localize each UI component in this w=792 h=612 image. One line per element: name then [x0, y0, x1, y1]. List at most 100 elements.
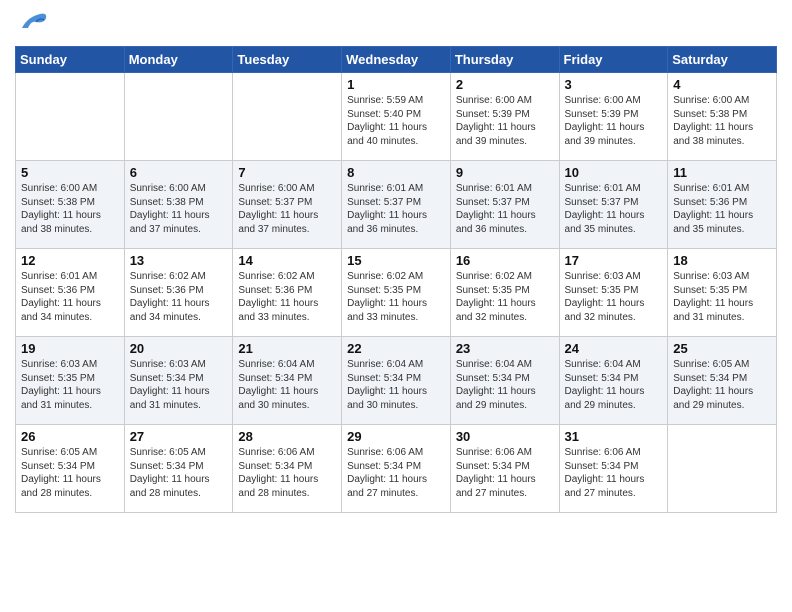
day-number: 12: [21, 253, 119, 268]
calendar-cell: 4Sunrise: 6:00 AM Sunset: 5:38 PM Daylig…: [668, 73, 777, 161]
day-number: 7: [238, 165, 336, 180]
weekday-header-monday: Monday: [124, 47, 233, 73]
calendar-cell: 24 Sunrise: 6:04 AM Sunset: 5:34 PM Dayli…: [559, 337, 668, 425]
day-info: Sunrise: 6:05 AM Sunset: 5:34 PM Dayligh…: [673, 358, 771, 412]
day-info: Sunrise: 6:04 AM Sunset: 5:34 PM Dayligh…: [238, 358, 336, 412]
day-info: Sunrise: 6:03 AM Sunset: 5:34 PM Dayligh…: [130, 358, 228, 412]
calendar-cell: 20 Sunrise: 6:03 AM Sunset: 5:34 PM Dayli…: [124, 337, 233, 425]
day-info: Sunrise: 6:05 AM Sunset: 5:34 PM Dayligh…: [130, 446, 228, 500]
day-info: Sunrise: 6:00 AM Sunset: 5:39 PM Dayligh…: [456, 94, 554, 148]
day-info: Sunrise: 6:05 AM Sunset: 5:34 PM Dayligh…: [21, 446, 119, 500]
day-number: 11: [673, 165, 771, 180]
logo: [15, 10, 48, 38]
calendar-cell: 13Sunrise: 6:02 AM Sunset: 5:36 PM Dayli…: [124, 249, 233, 337]
day-info: Sunrise: 6:02 AM Sunset: 5:36 PM Dayligh…: [238, 270, 336, 324]
calendar-week-row: 12Sunrise: 6:01 AM Sunset: 5:36 PM Dayli…: [16, 249, 777, 337]
day-number: 19: [21, 341, 119, 356]
calendar-cell: 8 Sunrise: 6:01 AM Sunset: 5:37 PM Daylig…: [342, 161, 451, 249]
day-info: Sunrise: 6:02 AM Sunset: 5:35 PM Dayligh…: [456, 270, 554, 324]
day-number: 21: [238, 341, 336, 356]
day-number: 6: [130, 165, 228, 180]
day-info: Sunrise: 6:03 AM Sunset: 5:35 PM Dayligh…: [21, 358, 119, 412]
calendar-cell: 10 Sunrise: 6:01 AM Sunset: 5:37 PM Dayli…: [559, 161, 668, 249]
calendar-cell: 11 Sunrise: 6:01 AM Sunset: 5:36 PM Dayli…: [668, 161, 777, 249]
day-number: 24: [565, 341, 663, 356]
calendar-cell: 23 Sunrise: 6:04 AM Sunset: 5:34 PM Dayli…: [450, 337, 559, 425]
day-number: 20: [130, 341, 228, 356]
day-number: 1: [347, 77, 445, 92]
calendar-week-row: 26 Sunrise: 6:05 AM Sunset: 5:34 PM Dayli…: [16, 425, 777, 513]
day-info: Sunrise: 6:01 AM Sunset: 5:36 PM Dayligh…: [673, 182, 771, 236]
day-number: 2: [456, 77, 554, 92]
weekday-header-wednesday: Wednesday: [342, 47, 451, 73]
day-number: 14: [238, 253, 336, 268]
day-number: 25: [673, 341, 771, 356]
logo-bird-icon: [20, 10, 48, 38]
day-number: 15: [347, 253, 445, 268]
calendar-cell: 2 Sunrise: 6:00 AM Sunset: 5:39 PM Daylig…: [450, 73, 559, 161]
weekday-header-friday: Friday: [559, 47, 668, 73]
day-number: 27: [130, 429, 228, 444]
day-number: 3: [565, 77, 663, 92]
day-number: 16: [456, 253, 554, 268]
day-info: Sunrise: 6:06 AM Sunset: 5:34 PM Dayligh…: [456, 446, 554, 500]
calendar-cell: 29 Sunrise: 6:06 AM Sunset: 5:34 PM Dayli…: [342, 425, 451, 513]
day-info: Sunrise: 6:04 AM Sunset: 5:34 PM Dayligh…: [565, 358, 663, 412]
day-info: Sunrise: 6:06 AM Sunset: 5:34 PM Dayligh…: [238, 446, 336, 500]
day-number: 29: [347, 429, 445, 444]
day-info: Sunrise: 6:03 AM Sunset: 5:35 PM Dayligh…: [565, 270, 663, 324]
day-info: Sunrise: 6:06 AM Sunset: 5:34 PM Dayligh…: [565, 446, 663, 500]
calendar-cell: 30Sunrise: 6:06 AM Sunset: 5:34 PM Dayli…: [450, 425, 559, 513]
day-info: Sunrise: 6:00 AM Sunset: 5:37 PM Dayligh…: [238, 182, 336, 236]
day-number: 23: [456, 341, 554, 356]
calendar-cell: 18Sunrise: 6:03 AM Sunset: 5:35 PM Dayli…: [668, 249, 777, 337]
calendar-cell: 28 Sunrise: 6:06 AM Sunset: 5:34 PM Dayli…: [233, 425, 342, 513]
day-number: 26: [21, 429, 119, 444]
calendar-week-row: 19 Sunrise: 6:03 AM Sunset: 5:35 PM Dayli…: [16, 337, 777, 425]
calendar-table: SundayMondayTuesdayWednesdayThursdayFrid…: [15, 46, 777, 513]
calendar-cell: 3 Sunrise: 6:00 AM Sunset: 5:39 PM Daylig…: [559, 73, 668, 161]
day-info: Sunrise: 6:02 AM Sunset: 5:36 PM Dayligh…: [130, 270, 228, 324]
calendar-cell: 12Sunrise: 6:01 AM Sunset: 5:36 PM Dayli…: [16, 249, 125, 337]
calendar-cell: 26 Sunrise: 6:05 AM Sunset: 5:34 PM Dayli…: [16, 425, 125, 513]
main-container: SundayMondayTuesdayWednesdayThursdayFrid…: [0, 0, 792, 528]
calendar-cell: 14 Sunrise: 6:02 AM Sunset: 5:36 PM Dayli…: [233, 249, 342, 337]
calendar-cell: 21 Sunrise: 6:04 AM Sunset: 5:34 PM Dayli…: [233, 337, 342, 425]
day-number: 18: [673, 253, 771, 268]
day-info: Sunrise: 6:06 AM Sunset: 5:34 PM Dayligh…: [347, 446, 445, 500]
calendar-cell: 16 Sunrise: 6:02 AM Sunset: 5:35 PM Dayli…: [450, 249, 559, 337]
day-info: Sunrise: 6:04 AM Sunset: 5:34 PM Dayligh…: [347, 358, 445, 412]
weekday-header-row: SundayMondayTuesdayWednesdayThursdayFrid…: [16, 47, 777, 73]
day-info: Sunrise: 5:59 AM Sunset: 5:40 PM Dayligh…: [347, 94, 445, 148]
calendar-cell: 31 Sunrise: 6:06 AM Sunset: 5:34 PM Dayli…: [559, 425, 668, 513]
calendar-cell: 1 Sunrise: 5:59 AM Sunset: 5:40 PM Daylig…: [342, 73, 451, 161]
day-number: 17: [565, 253, 663, 268]
calendar-week-row: 1 Sunrise: 5:59 AM Sunset: 5:40 PM Daylig…: [16, 73, 777, 161]
calendar-cell: 25 Sunrise: 6:05 AM Sunset: 5:34 PM Dayli…: [668, 337, 777, 425]
day-number: 10: [565, 165, 663, 180]
calendar-cell: 9Sunrise: 6:01 AM Sunset: 5:37 PM Daylig…: [450, 161, 559, 249]
day-number: 8: [347, 165, 445, 180]
calendar-cell: 17 Sunrise: 6:03 AM Sunset: 5:35 PM Dayli…: [559, 249, 668, 337]
day-info: Sunrise: 6:00 AM Sunset: 5:39 PM Dayligh…: [565, 94, 663, 148]
calendar-cell: [233, 73, 342, 161]
day-number: 28: [238, 429, 336, 444]
day-info: Sunrise: 6:02 AM Sunset: 5:35 PM Dayligh…: [347, 270, 445, 324]
calendar-cell: 5Sunrise: 6:00 AM Sunset: 5:38 PM Daylig…: [16, 161, 125, 249]
day-info: Sunrise: 6:04 AM Sunset: 5:34 PM Dayligh…: [456, 358, 554, 412]
day-info: Sunrise: 6:00 AM Sunset: 5:38 PM Dayligh…: [673, 94, 771, 148]
calendar-cell: 6Sunrise: 6:00 AM Sunset: 5:38 PM Daylig…: [124, 161, 233, 249]
day-number: 5: [21, 165, 119, 180]
calendar-week-row: 5Sunrise: 6:00 AM Sunset: 5:38 PM Daylig…: [16, 161, 777, 249]
day-info: Sunrise: 6:01 AM Sunset: 5:37 PM Dayligh…: [347, 182, 445, 236]
weekday-header-tuesday: Tuesday: [233, 47, 342, 73]
header: [15, 10, 777, 38]
day-number: 9: [456, 165, 554, 180]
day-number: 31: [565, 429, 663, 444]
calendar-cell: [16, 73, 125, 161]
calendar-cell: [124, 73, 233, 161]
calendar-cell: 22 Sunrise: 6:04 AM Sunset: 5:34 PM Dayli…: [342, 337, 451, 425]
day-number: 22: [347, 341, 445, 356]
weekday-header-thursday: Thursday: [450, 47, 559, 73]
day-info: Sunrise: 6:01 AM Sunset: 5:37 PM Dayligh…: [565, 182, 663, 236]
